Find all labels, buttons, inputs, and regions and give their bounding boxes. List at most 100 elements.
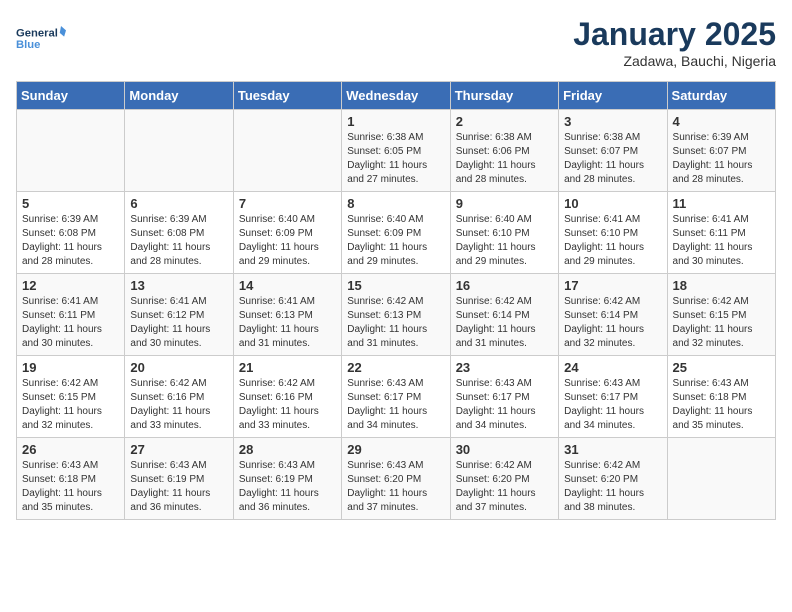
- day-number: 13: [130, 278, 227, 293]
- table-row: 16Sunrise: 6:42 AM Sunset: 6:14 PM Dayli…: [450, 274, 558, 356]
- day-number: 21: [239, 360, 336, 375]
- day-detail: Sunrise: 6:38 AM Sunset: 6:05 PM Dayligh…: [347, 131, 444, 187]
- table-row: 8 Sunrise: 6:40 AM Sunset: 6:09 PM Daylig…: [342, 192, 450, 274]
- calendar-table: SundayMondayTuesdayWednesdayThursdayFrid…: [16, 81, 776, 520]
- day-number: 31: [564, 442, 661, 457]
- table-row: 15 Sunrise: 6:42 AM Sunset: 6:13 PM Dayli…: [342, 274, 450, 356]
- table-row: 31 Sunrise: 6:42 AM Sunset: 6:20 PM Dayli…: [559, 438, 667, 520]
- day-number: 3: [564, 114, 661, 129]
- day-detail: Sunrise: 6:42 AM Sunset: 6:20 PM Dayligh…: [456, 459, 553, 515]
- day-number: 30: [456, 442, 553, 457]
- day-number: 27: [130, 442, 227, 457]
- table-row: 12Sunrise: 6:41 AM Sunset: 6:11 PM Dayli…: [17, 274, 125, 356]
- table-row: 7 Sunrise: 6:40 AM Sunset: 6:09 PM Daylig…: [233, 192, 341, 274]
- table-row: 5 Sunrise: 6:39 AM Sunset: 6:08 PM Daylig…: [17, 192, 125, 274]
- week-row-2: 5 Sunrise: 6:39 AM Sunset: 6:08 PM Daylig…: [17, 192, 776, 274]
- logo: General Blue: [16, 16, 66, 61]
- day-detail: Sunrise: 6:41 AM Sunset: 6:12 PM Dayligh…: [130, 295, 227, 351]
- day-detail: Sunrise: 6:43 AM Sunset: 6:18 PM Dayligh…: [673, 377, 770, 433]
- day-number: 14: [239, 278, 336, 293]
- day-detail: Sunrise: 6:42 AM Sunset: 6:15 PM Dayligh…: [673, 295, 770, 351]
- location: Zadawa, Bauchi, Nigeria: [573, 53, 776, 69]
- table-row: 26 Sunrise: 6:43 AM Sunset: 6:18 PM Dayli…: [17, 438, 125, 520]
- title-block: January 2025 Zadawa, Bauchi, Nigeria: [573, 16, 776, 69]
- week-row-1: 1 Sunrise: 6:38 AM Sunset: 6:05 PM Daylig…: [17, 110, 776, 192]
- svg-text:Blue: Blue: [16, 39, 40, 51]
- month-title: January 2025: [573, 16, 776, 53]
- day-number: 11: [673, 196, 770, 211]
- col-header-sunday: Sunday: [17, 82, 125, 110]
- page-header: General Blue January 2025 Zadawa, Bauchi…: [16, 16, 776, 69]
- table-row: 19 Sunrise: 6:42 AM Sunset: 6:15 PM Dayli…: [17, 356, 125, 438]
- day-detail: Sunrise: 6:42 AM Sunset: 6:13 PM Dayligh…: [347, 295, 444, 351]
- table-row: 4 Sunrise: 6:39 AM Sunset: 6:07 PM Daylig…: [667, 110, 775, 192]
- day-detail: Sunrise: 6:40 AM Sunset: 6:10 PM Dayligh…: [456, 213, 553, 269]
- day-detail: Sunrise: 6:43 AM Sunset: 6:19 PM Dayligh…: [130, 459, 227, 515]
- table-row: 11 Sunrise: 6:41 AM Sunset: 6:11 PM Dayli…: [667, 192, 775, 274]
- table-row: 22Sunrise: 6:43 AM Sunset: 6:17 PM Dayli…: [342, 356, 450, 438]
- table-row: 1 Sunrise: 6:38 AM Sunset: 6:05 PM Daylig…: [342, 110, 450, 192]
- table-row: 27 Sunrise: 6:43 AM Sunset: 6:19 PM Dayli…: [125, 438, 233, 520]
- table-row: 30 Sunrise: 6:42 AM Sunset: 6:20 PM Dayli…: [450, 438, 558, 520]
- logo-svg: General Blue: [16, 16, 66, 61]
- day-number: 26: [22, 442, 119, 457]
- day-number: 8: [347, 196, 444, 211]
- day-number: 5: [22, 196, 119, 211]
- table-row: 14 Sunrise: 6:41 AM Sunset: 6:13 PM Dayli…: [233, 274, 341, 356]
- day-number: 17: [564, 278, 661, 293]
- week-row-4: 19 Sunrise: 6:42 AM Sunset: 6:15 PM Dayli…: [17, 356, 776, 438]
- table-row: 13 Sunrise: 6:41 AM Sunset: 6:12 PM Dayli…: [125, 274, 233, 356]
- day-number: 20: [130, 360, 227, 375]
- day-detail: Sunrise: 6:42 AM Sunset: 6:14 PM Dayligh…: [456, 295, 553, 351]
- day-detail: Sunrise: 6:41 AM Sunset: 6:13 PM Dayligh…: [239, 295, 336, 351]
- day-number: 19: [22, 360, 119, 375]
- day-detail: Sunrise: 6:39 AM Sunset: 6:08 PM Dayligh…: [22, 213, 119, 269]
- col-header-friday: Friday: [559, 82, 667, 110]
- day-detail: Sunrise: 6:43 AM Sunset: 6:20 PM Dayligh…: [347, 459, 444, 515]
- table-row: 10Sunrise: 6:41 AM Sunset: 6:10 PM Dayli…: [559, 192, 667, 274]
- day-detail: Sunrise: 6:43 AM Sunset: 6:17 PM Dayligh…: [347, 377, 444, 433]
- table-row: 2 Sunrise: 6:38 AM Sunset: 6:06 PM Daylig…: [450, 110, 558, 192]
- table-row: 28Sunrise: 6:43 AM Sunset: 6:19 PM Dayli…: [233, 438, 341, 520]
- day-number: 1: [347, 114, 444, 129]
- day-number: 23: [456, 360, 553, 375]
- day-detail: Sunrise: 6:42 AM Sunset: 6:20 PM Dayligh…: [564, 459, 661, 515]
- table-row: [17, 110, 125, 192]
- col-header-monday: Monday: [125, 82, 233, 110]
- day-detail: Sunrise: 6:41 AM Sunset: 6:11 PM Dayligh…: [673, 213, 770, 269]
- day-detail: Sunrise: 6:38 AM Sunset: 6:06 PM Dayligh…: [456, 131, 553, 187]
- day-detail: Sunrise: 6:43 AM Sunset: 6:17 PM Dayligh…: [564, 377, 661, 433]
- col-header-tuesday: Tuesday: [233, 82, 341, 110]
- table-row: 24Sunrise: 6:43 AM Sunset: 6:17 PM Dayli…: [559, 356, 667, 438]
- day-number: 25: [673, 360, 770, 375]
- table-row: 21 Sunrise: 6:42 AM Sunset: 6:16 PM Dayli…: [233, 356, 341, 438]
- day-detail: Sunrise: 6:43 AM Sunset: 6:18 PM Dayligh…: [22, 459, 119, 515]
- table-row: 23 Sunrise: 6:43 AM Sunset: 6:17 PM Dayli…: [450, 356, 558, 438]
- svg-text:General: General: [16, 28, 58, 40]
- table-row: [233, 110, 341, 192]
- table-row: 25 Sunrise: 6:43 AM Sunset: 6:18 PM Dayli…: [667, 356, 775, 438]
- table-row: 3 Sunrise: 6:38 AM Sunset: 6:07 PM Daylig…: [559, 110, 667, 192]
- day-number: 10: [564, 196, 661, 211]
- day-detail: Sunrise: 6:39 AM Sunset: 6:07 PM Dayligh…: [673, 131, 770, 187]
- day-number: 2: [456, 114, 553, 129]
- day-number: 4: [673, 114, 770, 129]
- day-detail: Sunrise: 6:42 AM Sunset: 6:15 PM Dayligh…: [22, 377, 119, 433]
- col-header-wednesday: Wednesday: [342, 82, 450, 110]
- table-row: 6Sunrise: 6:39 AM Sunset: 6:08 PM Daylig…: [125, 192, 233, 274]
- day-detail: Sunrise: 6:43 AM Sunset: 6:17 PM Dayligh…: [456, 377, 553, 433]
- table-row: 17Sunrise: 6:42 AM Sunset: 6:14 PM Dayli…: [559, 274, 667, 356]
- day-number: 18: [673, 278, 770, 293]
- day-detail: Sunrise: 6:40 AM Sunset: 6:09 PM Dayligh…: [239, 213, 336, 269]
- week-row-5: 26 Sunrise: 6:43 AM Sunset: 6:18 PM Dayli…: [17, 438, 776, 520]
- day-detail: Sunrise: 6:42 AM Sunset: 6:16 PM Dayligh…: [130, 377, 227, 433]
- table-row: 9Sunrise: 6:40 AM Sunset: 6:10 PM Daylig…: [450, 192, 558, 274]
- col-header-saturday: Saturday: [667, 82, 775, 110]
- day-number: 15: [347, 278, 444, 293]
- day-detail: Sunrise: 6:38 AM Sunset: 6:07 PM Dayligh…: [564, 131, 661, 187]
- day-number: 7: [239, 196, 336, 211]
- day-detail: Sunrise: 6:42 AM Sunset: 6:16 PM Dayligh…: [239, 377, 336, 433]
- table-row: 29 Sunrise: 6:43 AM Sunset: 6:20 PM Dayli…: [342, 438, 450, 520]
- day-number: 29: [347, 442, 444, 457]
- day-detail: Sunrise: 6:40 AM Sunset: 6:09 PM Dayligh…: [347, 213, 444, 269]
